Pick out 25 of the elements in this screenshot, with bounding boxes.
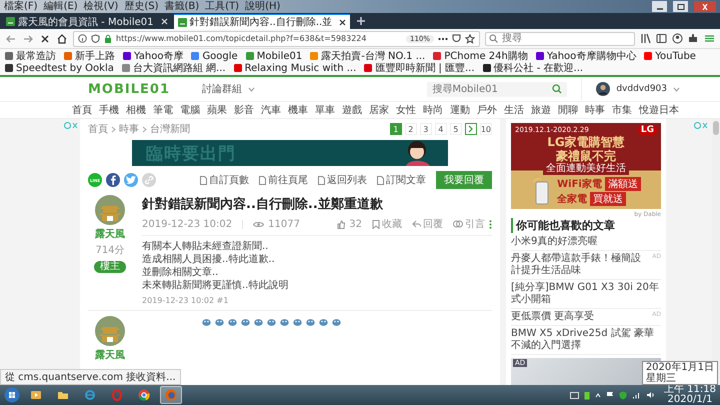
view-count: 11077	[268, 218, 300, 230]
ad-offer-tag: 買就送	[590, 192, 626, 206]
like-count: 32	[349, 218, 362, 230]
status-popup: 從 cms.quantserve.com 接收資料...	[0, 369, 181, 385]
ad-headline: LG家電購智慧	[547, 135, 625, 149]
ad-offer-text: 全家電	[557, 192, 588, 206]
tab-title: 針對錯誤新聞內容..自行刪除..並	[190, 16, 332, 29]
author-score: 714分	[95, 244, 125, 257]
url-text: https://www.mobile01.com/topicdetail.php?f=638&t=5983224	[116, 34, 368, 43]
section-heading: 你可能也喜歡的文章	[511, 218, 661, 233]
brand-logo: LG	[638, 125, 657, 135]
author-badge: 樓主	[94, 261, 126, 273]
post-date: 2019-12-23 10:02	[142, 218, 232, 230]
ad-offer-tag: 滿額送	[604, 177, 641, 191]
post-title: 針對錯誤新聞內容..自行刪除..並鄭重道歉	[142, 196, 384, 213]
post-text: 造成相關人員困擾..特此道歉..	[142, 253, 276, 266]
post-text: 有關本人轉貼未經查證新聞..	[142, 240, 270, 253]
ad-tagline: 全面連動美好生活	[543, 163, 629, 175]
ad-offer-text: WiFi家電	[557, 177, 602, 191]
post-timestamp: 2019-12-23 10:02 #1	[142, 296, 230, 305]
post-text: 未來轉貼新聞將更謹慎..特此說明	[142, 279, 290, 292]
ad-headline: 豪禮鼠不完	[556, 149, 616, 163]
tab-title: 露天風的會員資訊 - Mobile01	[18, 16, 154, 28]
clock-date: 2020/1/1	[668, 395, 712, 405]
post-text: 並刪除相關文章..	[142, 266, 220, 279]
